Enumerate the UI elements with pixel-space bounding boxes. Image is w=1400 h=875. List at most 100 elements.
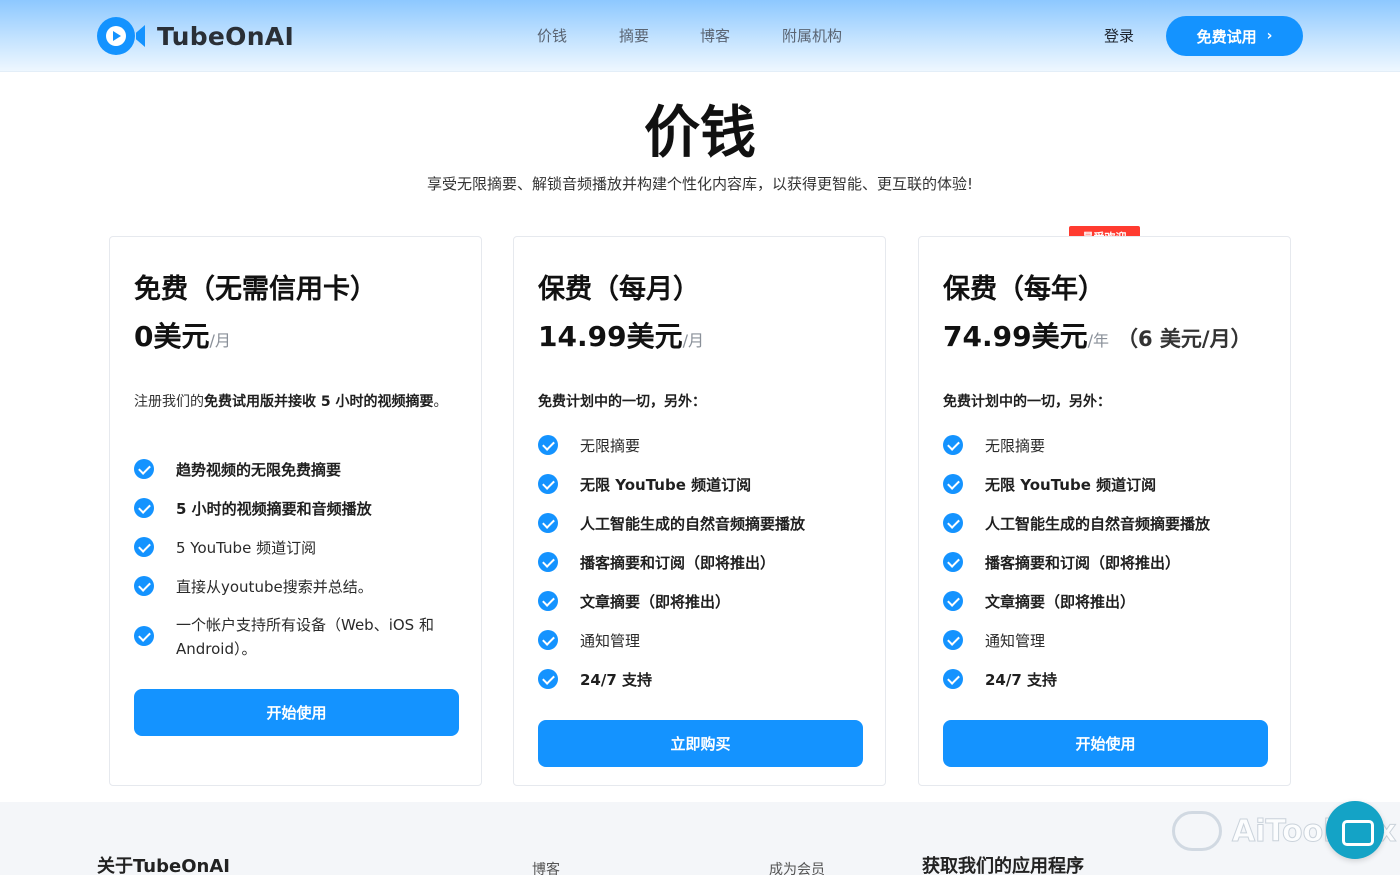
plan-price: 74.99美元/年 （6 美元/月）: [943, 315, 1252, 355]
feature-text: 24/7 支持: [580, 671, 653, 689]
check-icon: [538, 474, 558, 494]
feature-text: 无限 YouTube 频道订阅: [580, 476, 752, 494]
plan-name: 保费（每年）: [943, 274, 1105, 305]
price-per-month: （6 美元/月）: [1116, 327, 1252, 351]
feature-item: 播客摘要和订阅（即将推出）: [943, 551, 1273, 575]
feature-item: 播客摘要和订阅（即将推出）: [538, 551, 868, 575]
price-amount: 14.99美元: [538, 320, 683, 353]
feature-text: 趋势视频的无限免费摘要: [176, 461, 342, 479]
footer-about-heading: 关于TubeOnAI: [97, 856, 230, 875]
plan-price: 0美元/月: [134, 315, 231, 355]
feature-text: 人工智能生成的自然音频摘要播放: [985, 515, 1211, 533]
plan-name: 保费（每月）: [538, 274, 700, 305]
watermark-logo-icon: [1172, 811, 1222, 851]
free-trial-button[interactable]: 免费试用 ›: [1166, 16, 1303, 56]
feature-item: 文章摘要（即将推出）: [538, 590, 868, 614]
brand-logo[interactable]: TubeOnAI: [97, 16, 294, 56]
desc-suffix: 。: [433, 394, 448, 410]
feature-text: 5 YouTube 频道订阅: [176, 539, 317, 557]
price-period: /年: [1087, 331, 1109, 350]
check-icon: [943, 552, 963, 572]
plan-description: 免费计划中的一切，另外：: [538, 391, 863, 414]
check-icon: [538, 552, 558, 572]
plan-description: 注册我们的免费试用版并接收 5 小时的视频摘要。: [134, 391, 459, 414]
feature-text: 24/7 支持: [985, 671, 1058, 689]
desc-prefix: 注册我们的: [134, 394, 204, 410]
plan-name: 免费（无需信用卡）: [134, 274, 377, 305]
feature-item: 24/7 支持: [538, 668, 868, 692]
check-icon: [134, 576, 154, 596]
nav-summaries[interactable]: 摘要: [619, 25, 649, 46]
check-icon: [538, 513, 558, 533]
play-logo-icon: [97, 16, 146, 56]
check-icon: [943, 474, 963, 494]
feature-text: 播客摘要和订阅（即将推出）: [580, 554, 776, 572]
feature-item: 通知管理: [943, 629, 1273, 653]
check-icon: [943, 630, 963, 650]
chevron-right-icon: ›: [1266, 28, 1273, 44]
feature-item: 趋势视频的无限免费摘要: [134, 458, 464, 482]
price-amount: 0美元: [134, 320, 210, 353]
desc-bold: 免费试用版并接收 5 小时的视频摘要: [204, 394, 434, 410]
feature-item: 人工智能生成的自然音频摘要播放: [538, 512, 868, 536]
feature-item: 24/7 支持: [943, 668, 1273, 692]
top-header: TubeOnAI 价钱 摘要 博客 附属机构 登录 免费试用 ›: [0, 0, 1400, 72]
plan-card-monthly: 保费（每月） 14.99美元/月 免费计划中的一切，另外： 无限摘要 无限 Yo…: [513, 236, 886, 786]
desc-bold: 免费计划中的一切，另外：: [943, 394, 1111, 410]
chat-icon[interactable]: [1326, 801, 1384, 859]
check-icon: [134, 626, 154, 646]
check-icon: [134, 537, 154, 557]
feature-item: 无限 YouTube 频道订阅: [943, 473, 1273, 497]
check-icon: [538, 435, 558, 455]
feature-text: 通知管理: [580, 632, 641, 650]
feature-text: 一个帐户支持所有设备（Web、iOS 和 Android）。: [176, 616, 434, 658]
feature-text: 文章摘要（即将推出）: [580, 593, 731, 611]
footer-blog-link[interactable]: 博客: [532, 859, 560, 875]
feature-text: 无限摘要: [580, 437, 641, 455]
feature-item: 文章摘要（即将推出）: [943, 590, 1273, 614]
feature-item: 一个帐户支持所有设备（Web、iOS 和 Android）。: [134, 613, 464, 661]
feature-text: 直接从youtube搜索并总结。: [176, 578, 373, 596]
nav-affiliates[interactable]: 附属机构: [782, 25, 842, 46]
start-button[interactable]: 开始使用: [134, 689, 459, 736]
check-icon: [943, 435, 963, 455]
footer-member-link[interactable]: 成为会员: [769, 859, 825, 875]
feature-text: 无限摘要: [985, 437, 1046, 455]
feature-text: 人工智能生成的自然音频摘要播放: [580, 515, 806, 533]
feature-item: 无限摘要: [943, 434, 1273, 458]
nav-pricing[interactable]: 价钱: [537, 25, 567, 46]
feature-item: 5 YouTube 频道订阅: [134, 536, 464, 560]
plan-price: 14.99美元/月: [538, 315, 704, 355]
feature-text: 通知管理: [985, 632, 1046, 650]
feature-text: 5 小时的视频摘要和音频播放: [176, 500, 372, 518]
feature-item: 人工智能生成的自然音频摘要播放: [943, 512, 1273, 536]
price-amount: 74.99美元: [943, 320, 1088, 353]
check-icon: [538, 630, 558, 650]
feature-item: 直接从youtube搜索并总结。: [134, 575, 464, 599]
check-icon: [134, 498, 154, 518]
start-button[interactable]: 开始使用: [943, 720, 1268, 767]
page-title: 价钱: [644, 101, 756, 166]
check-icon: [943, 513, 963, 533]
brand-name: TubeOnAI: [157, 21, 295, 51]
page-subtitle: 享受无限摘要、解锁音频播放并构建个性化内容库，以获得更智能、更互联的体验!: [426, 175, 974, 193]
nav-blog[interactable]: 博客: [700, 25, 730, 46]
desc-bold: 免费计划中的一切，另外：: [538, 394, 706, 410]
check-icon: [943, 591, 963, 611]
plan-description: 免费计划中的一切，另外：: [943, 391, 1268, 414]
feature-text: 文章摘要（即将推出）: [985, 593, 1136, 611]
feature-item: 通知管理: [538, 629, 868, 653]
plan-card-free: 免费（无需信用卡） 0美元/月 注册我们的免费试用版并接收 5 小时的视频摘要。…: [109, 236, 482, 786]
check-icon: [134, 459, 154, 479]
feature-item: 无限 YouTube 频道订阅: [538, 473, 868, 497]
feature-text: 播客摘要和订阅（即将推出）: [985, 554, 1181, 572]
price-period: /月: [682, 331, 704, 350]
check-icon: [943, 669, 963, 689]
plan-card-yearly: 保费（每年） 74.99美元/年 （6 美元/月） 免费计划中的一切，另外： 无限…: [918, 236, 1291, 786]
footer-app-heading: 获取我们的应用程序: [922, 856, 1084, 875]
free-trial-label: 免费试用: [1196, 27, 1257, 46]
login-link[interactable]: 登录: [1104, 25, 1134, 46]
buy-now-button[interactable]: 立即购买: [538, 720, 863, 767]
feature-item: 无限摘要: [538, 434, 868, 458]
price-period: /月: [209, 331, 231, 350]
